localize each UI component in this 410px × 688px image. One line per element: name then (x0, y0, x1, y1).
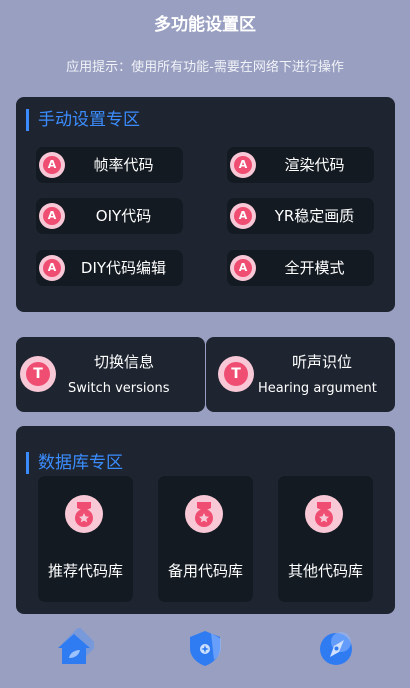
a-badge-icon: A (39, 203, 65, 229)
render-code-button[interactable]: A 渲染代码 (227, 147, 374, 183)
card-label: 其他代码库 (287, 562, 363, 580)
shield-icon[interactable] (185, 628, 225, 668)
button-label: YR稳定画质 (274, 207, 355, 225)
diy-code-edit-button[interactable]: A DIY代码编辑 (36, 250, 183, 286)
hearing-argument-subtitle: Hearing argument (258, 381, 377, 396)
compass-icon[interactable] (316, 628, 356, 668)
recommended-code-library-card[interactable]: 推荐代码库 (38, 476, 133, 602)
card-label: 推荐代码库 (47, 562, 123, 580)
button-label: 渲染代码 (284, 156, 345, 174)
a-badge-icon: A (39, 152, 65, 178)
home-icon[interactable] (54, 628, 94, 668)
card-label: 备用代码库 (167, 562, 243, 580)
button-label: 帧率代码 (93, 156, 154, 174)
manual-settings-panel: 手动设置专区 A 帧率代码 A 渲染代码 A OIY代码 A YR稳定画质 A … (16, 97, 395, 312)
switch-versions-title: 切换信息 (94, 353, 155, 371)
medal-icon (305, 495, 343, 533)
yr-stable-quality-button[interactable]: A YR稳定画质 (227, 198, 374, 234)
manual-section-heading: 手动设置专区 (26, 109, 140, 131)
medal-icon (185, 495, 223, 533)
t-badge-icon: T (218, 356, 254, 392)
a-badge-icon: A (39, 255, 65, 281)
database-panel: 数据库专区 推荐代码库 备用代码库 其他代码库 (16, 426, 395, 614)
t-badge-icon: T (20, 356, 56, 392)
database-section-heading: 数据库专区 (26, 452, 123, 474)
a-badge-icon: A (230, 203, 256, 229)
hearing-argument-title: 听声识位 (292, 353, 353, 371)
page-title: 多功能设置区 (154, 15, 256, 35)
a-badge-icon: A (230, 152, 256, 178)
full-open-mode-button[interactable]: A 全开模式 (227, 250, 374, 286)
a-badge-icon: A (230, 255, 256, 281)
switch-versions-card[interactable]: T 切换信息 Switch versions (16, 337, 205, 412)
other-code-library-card[interactable]: 其他代码库 (278, 476, 373, 602)
switch-versions-subtitle: Switch versions (68, 381, 170, 396)
button-label: 全开模式 (284, 259, 345, 277)
oiy-code-button[interactable]: A OIY代码 (36, 198, 183, 234)
framerate-code-button[interactable]: A 帧率代码 (36, 147, 183, 183)
button-label: OIY代码 (95, 207, 152, 225)
hearing-argument-card[interactable]: T 听声识位 Hearing argument (206, 337, 395, 412)
backup-code-library-card[interactable]: 备用代码库 (158, 476, 253, 602)
button-label: DIY代码编辑 (80, 259, 167, 277)
app-hint: 应用提示：使用所有功能-需要在网络下进行操作 (66, 60, 344, 75)
medal-icon (65, 495, 103, 533)
